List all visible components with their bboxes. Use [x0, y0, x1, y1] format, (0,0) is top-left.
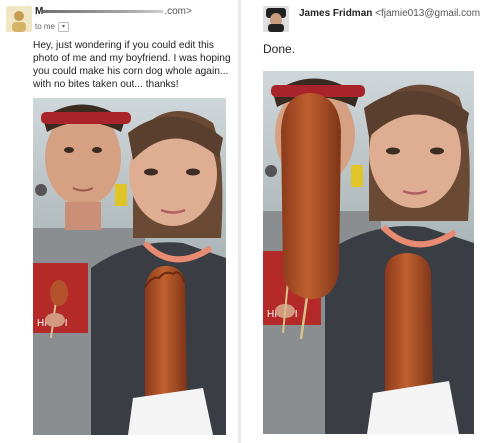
- reply-email-panel: James Fridman <fjamie013@gmail.com> Done…: [241, 0, 480, 443]
- sender-line: M .com>: [35, 6, 192, 17]
- recipient-line[interactable]: to me ▾: [35, 22, 70, 32]
- reply-text: Done.: [263, 42, 296, 56]
- responder-name: James Fridman: [299, 8, 373, 19]
- to-label: to me: [35, 22, 56, 32]
- sender-email-suffix: .com>: [164, 6, 192, 17]
- responder-line: James Fridman <fjamie013@gmail.com>: [299, 8, 480, 19]
- original-email-panel: M .com> to me ▾ Hey, just wondering if you…: [0, 0, 238, 443]
- chevron-down-icon[interactable]: ▾: [58, 22, 70, 32]
- responder-avatar-icon: [263, 6, 289, 32]
- responder-email: <fjamie013@gmail.com>: [375, 8, 480, 19]
- sender-avatar-icon: [6, 6, 32, 32]
- message-body: Hey, just wondering if you could edit th…: [33, 40, 231, 90]
- edited-photo: HIGH I: [263, 71, 474, 434]
- original-photo: HIGH I: [33, 98, 226, 435]
- sender-name: M: [35, 6, 44, 17]
- redacted-email: [43, 9, 164, 13]
